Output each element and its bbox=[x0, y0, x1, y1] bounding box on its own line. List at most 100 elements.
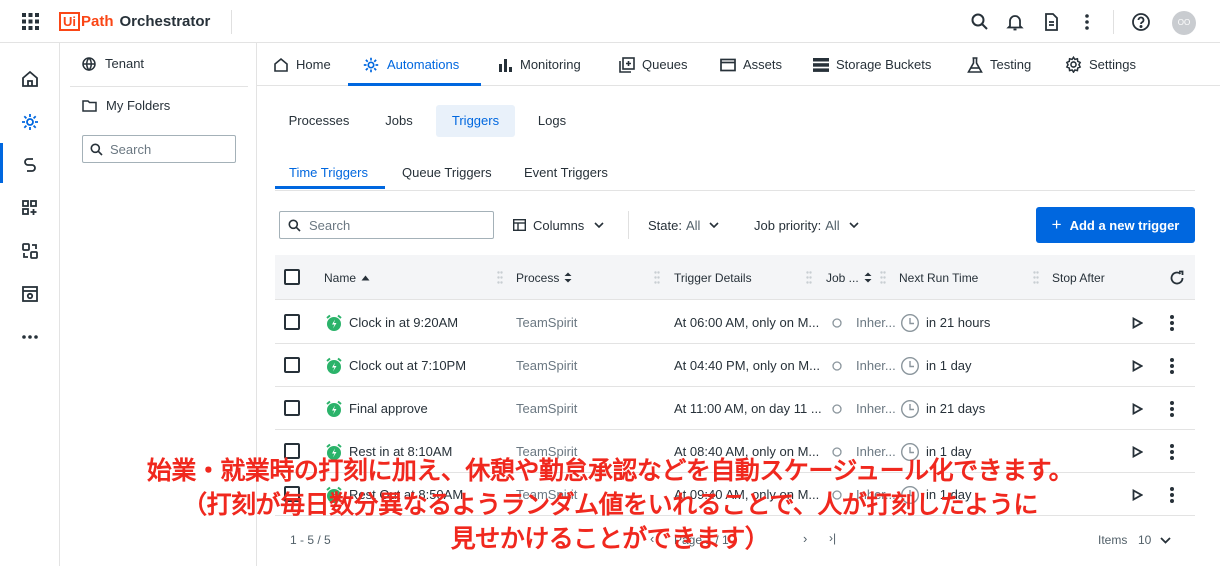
trigger-name-cell[interactable]: Clock in at 9:20AM bbox=[325, 301, 458, 344]
my-folders-label: My Folders bbox=[106, 98, 171, 113]
nav-assets[interactable]: Assets bbox=[720, 43, 782, 86]
row-actions-button[interactable] bbox=[1169, 344, 1181, 387]
trigger-search-input[interactable]: Search bbox=[279, 211, 494, 239]
column-resize-handle-icon[interactable] bbox=[654, 271, 660, 284]
logo-path: Path bbox=[81, 13, 114, 30]
nav-home[interactable]: Home bbox=[273, 43, 331, 86]
next-run-value: in 21 hours bbox=[926, 315, 991, 330]
play-icon bbox=[1132, 359, 1143, 372]
help-icon[interactable] bbox=[1131, 12, 1151, 32]
nav-settings[interactable]: Settings bbox=[1065, 43, 1136, 86]
state-filter[interactable]: State: All bbox=[648, 211, 719, 239]
row-actions-button[interactable] bbox=[1169, 387, 1181, 430]
refresh-button[interactable] bbox=[1164, 255, 1185, 300]
nav-testing[interactable]: Testing bbox=[967, 43, 1031, 86]
tab-queue-triggers[interactable]: Queue Triggers bbox=[402, 158, 492, 188]
select-all-checkbox[interactable] bbox=[284, 269, 300, 285]
trigger-name-cell[interactable]: Final approve bbox=[325, 387, 428, 430]
column-resize-handle-icon[interactable] bbox=[806, 271, 812, 284]
column-header-next-run[interactable]: Next Run Time bbox=[899, 255, 978, 300]
admin-icon[interactable] bbox=[20, 284, 40, 304]
subtab-logs[interactable]: Logs bbox=[526, 105, 578, 137]
column-header-process[interactable]: Process bbox=[516, 255, 572, 300]
job-priority-cell: Inher... bbox=[832, 301, 896, 344]
row-actions-button[interactable] bbox=[1169, 301, 1181, 344]
flask-icon bbox=[967, 56, 983, 73]
run-trigger-button[interactable] bbox=[1132, 301, 1149, 344]
bar-chart-icon bbox=[499, 58, 512, 72]
home-icon[interactable] bbox=[20, 69, 40, 89]
logo-box: Ui bbox=[59, 12, 80, 31]
sort-icon bbox=[564, 272, 572, 283]
job-priority-cell: Inher... bbox=[832, 344, 896, 387]
tab-event-triggers[interactable]: Event Triggers bbox=[524, 158, 608, 188]
next-run-value: in 21 days bbox=[926, 401, 986, 416]
columns-icon bbox=[513, 219, 526, 231]
columns-label: Columns bbox=[533, 217, 585, 233]
row-checkbox[interactable] bbox=[284, 357, 300, 373]
table-row[interactable]: Clock in at 9:20AM TeamSpirit At 06:00 AM,… bbox=[275, 301, 1195, 344]
automations-icon bbox=[363, 57, 379, 72]
trigger-name: Final approve bbox=[349, 401, 428, 416]
column-header-trigger-details[interactable]: Trigger Details bbox=[674, 255, 752, 300]
row-checkbox[interactable] bbox=[284, 314, 300, 330]
more-vertical-icon[interactable] bbox=[1077, 12, 1097, 32]
job-priority-filter-label: Job priority: bbox=[754, 217, 822, 233]
sort-ascending-icon bbox=[361, 275, 370, 280]
connections-icon[interactable] bbox=[20, 241, 40, 261]
subtab-processes[interactable]: Processes bbox=[276, 105, 362, 137]
app-launcher-icon[interactable] bbox=[22, 13, 39, 30]
alarm-clock-icon bbox=[326, 400, 342, 417]
nav-storage-buckets[interactable]: Storage Buckets bbox=[813, 43, 931, 86]
refresh-icon bbox=[1170, 270, 1184, 284]
table-row[interactable]: Final approve TeamSpirit At 11:00 AM, on d… bbox=[275, 387, 1195, 430]
document-icon[interactable] bbox=[1041, 12, 1061, 32]
alarm-clock-icon bbox=[326, 357, 342, 374]
apps-add-icon[interactable] bbox=[20, 198, 40, 218]
chevron-down-icon bbox=[849, 222, 859, 228]
column-header-stop-after[interactable]: Stop After bbox=[1052, 255, 1105, 300]
table-row[interactable]: Clock out at 7:10PM TeamSpirit At 04:40 PM… bbox=[275, 344, 1195, 387]
nav-automations[interactable]: Automations bbox=[362, 43, 459, 86]
column-header-job-priority[interactable]: Job ... bbox=[826, 255, 872, 300]
play-icon bbox=[1132, 402, 1143, 415]
add-trigger-button[interactable]: + Add a new trigger bbox=[1036, 207, 1195, 243]
column-resize-handle-icon[interactable] bbox=[1033, 271, 1039, 284]
run-trigger-button[interactable] bbox=[1132, 344, 1149, 387]
tenant-item[interactable]: Tenant bbox=[82, 56, 144, 71]
process-cell: TeamSpirit bbox=[516, 358, 578, 373]
bell-icon[interactable] bbox=[1005, 12, 1025, 32]
job-priority-value: Inher... bbox=[856, 401, 896, 416]
subtab-triggers[interactable]: Triggers bbox=[436, 105, 515, 137]
uipath-logo[interactable]: Ui Path Orchestrator bbox=[59, 11, 210, 32]
column-header-name[interactable]: Name bbox=[324, 255, 370, 300]
job-priority-cell: Inher... bbox=[832, 387, 896, 430]
row-checkbox[interactable] bbox=[284, 400, 300, 416]
clock-icon bbox=[900, 399, 920, 418]
tab-time-triggers[interactable]: Time Triggers bbox=[289, 158, 368, 188]
trigger-search-placeholder: Search bbox=[309, 217, 351, 233]
automations-icon[interactable] bbox=[20, 112, 40, 132]
nav-monitoring[interactable]: Monitoring bbox=[498, 43, 581, 86]
more-horizontal-icon[interactable] bbox=[20, 327, 40, 347]
avatar[interactable]: OO bbox=[1172, 11, 1196, 35]
column-resize-handle-icon[interactable] bbox=[497, 271, 503, 284]
trigger-name-cell[interactable]: Clock out at 7:10PM bbox=[325, 344, 466, 387]
columns-button[interactable]: Columns bbox=[513, 211, 604, 239]
next-run-cell: in 1 day bbox=[900, 344, 972, 387]
search-icon[interactable] bbox=[970, 12, 990, 32]
job-priority-filter[interactable]: Job priority: All bbox=[754, 211, 859, 239]
integration-icon[interactable] bbox=[20, 155, 40, 175]
my-folders-item[interactable]: My Folders bbox=[82, 98, 170, 113]
nav-queues[interactable]: Queues bbox=[619, 43, 688, 86]
state-filter-label: State: bbox=[648, 217, 682, 233]
run-trigger-button[interactable] bbox=[1132, 387, 1149, 430]
priority-inherit-icon bbox=[832, 317, 842, 328]
top-bar: Ui Path Orchestrator OO bbox=[0, 0, 1220, 43]
folder-search-input[interactable]: Search bbox=[82, 135, 236, 163]
priority-inherit-icon bbox=[832, 403, 842, 414]
chevron-down-icon bbox=[594, 222, 604, 228]
clock-icon bbox=[900, 313, 920, 332]
column-resize-handle-icon[interactable] bbox=[880, 271, 886, 284]
subtab-jobs[interactable]: Jobs bbox=[372, 105, 426, 137]
